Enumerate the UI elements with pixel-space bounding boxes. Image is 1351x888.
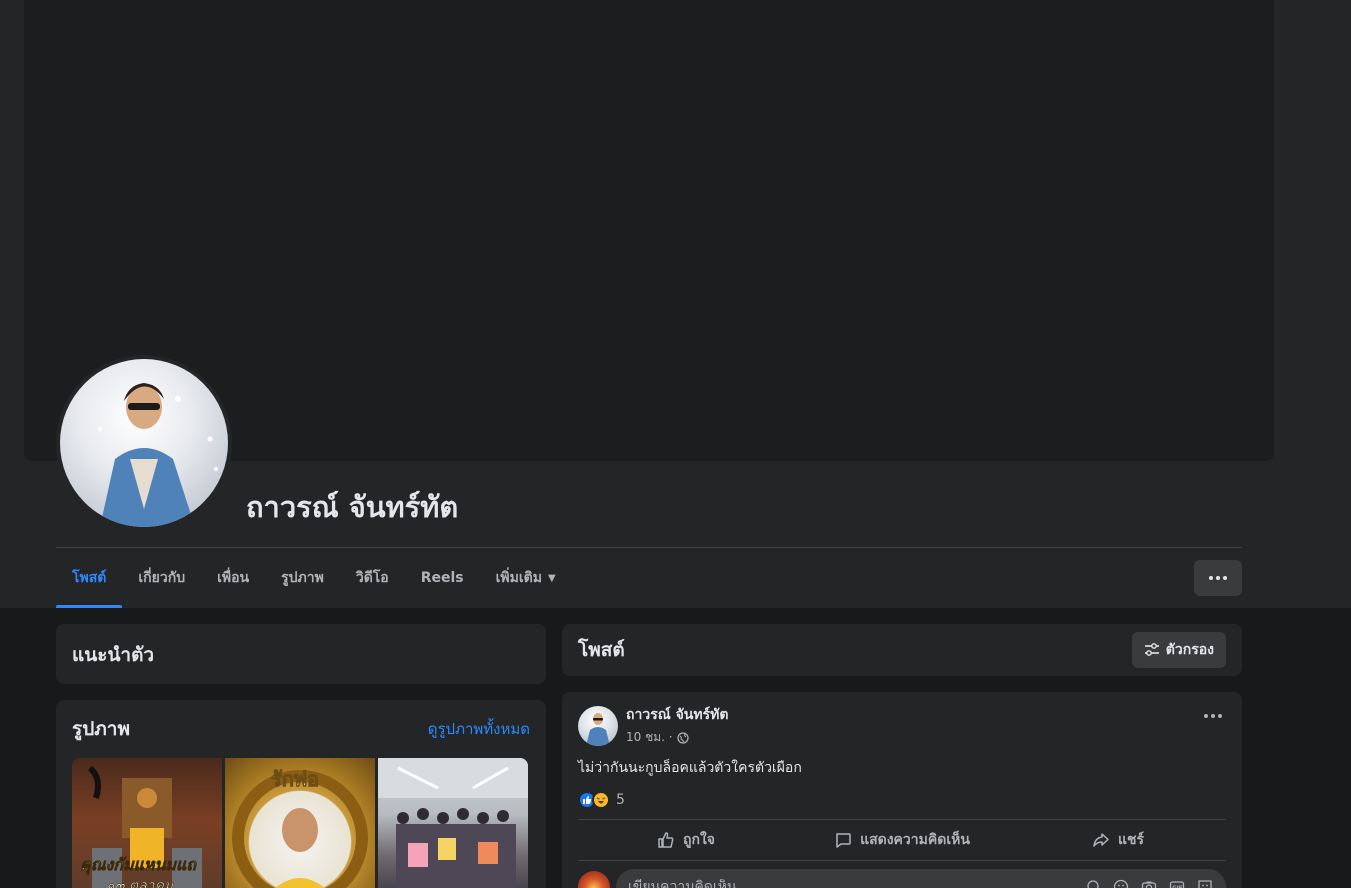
post-options-button[interactable]	[1204, 714, 1222, 718]
photo-2-badge: รักพ่อ	[271, 767, 319, 791]
filter-label: ตัวกรอง	[1165, 642, 1214, 658]
see-all-photos-link[interactable]: ดูรูปภาพทั้งหมด	[428, 717, 530, 741]
post-card: ถาวรณ์ จันทร์ทัต 10 ชม. · ไม่ว่ากันนะกูบ…	[562, 692, 1242, 888]
photo-thumbnail[interactable]: คุณงกัมแหนมแถ ๑๓ ตุลาคม	[72, 758, 222, 888]
photo-2-image: รักพ่อ	[232, 767, 368, 888]
camera-icon[interactable]	[1140, 878, 1158, 888]
more-dots-icon	[1209, 576, 1227, 580]
tab-label: เกี่ยวกับ	[138, 570, 186, 586]
post-timestamp[interactable]: 10 ชม. ·	[626, 728, 673, 747]
profile-more-button[interactable]	[1194, 560, 1242, 596]
sticker-icon[interactable]	[1196, 878, 1214, 888]
post-author-name[interactable]: ถาวรณ์ จันทร์ทัต	[626, 704, 728, 726]
avatar-sticker-icon[interactable]	[1084, 878, 1102, 888]
tab-photos[interactable]: รูปภาพ	[265, 548, 340, 608]
tab-label: เพิ่มเติม	[495, 570, 542, 586]
post-text: ไม่ว่ากันนะกูบล็อคแล้วตัวใครตัวเผือก	[578, 760, 802, 776]
profile-tabs: โพสต์ เกี่ยวกับ เพื่อน รูปภาพ วิดีโอ Ree…	[56, 548, 572, 608]
share-button[interactable]: แชร์	[1010, 820, 1226, 860]
photo-1-caption-2: ๑๓ ตุลาคม	[106, 878, 174, 888]
profile-person-illustration	[98, 383, 218, 527]
emoji-icon[interactable]	[1112, 878, 1130, 888]
tab-more[interactable]: เพิ่มเติม ▼	[480, 548, 572, 608]
haha-reaction-icon	[592, 791, 610, 809]
tab-reels[interactable]: Reels	[405, 548, 480, 608]
intro-title: แนะนำตัว	[72, 644, 155, 666]
tab-label: เพื่อน	[217, 570, 250, 586]
post-avatar-illustration	[586, 712, 610, 746]
comment-label: แสดงความคิดเห็น	[860, 832, 970, 848]
current-user-avatar[interactable]	[578, 871, 610, 888]
photos-card: รูปภาพ ดูรูปภาพทั้งหมด คุณงกัมแหนมแถ ๑๓ …	[56, 700, 546, 888]
photo-thumbnail[interactable]	[378, 758, 528, 888]
share-label: แชร์	[1117, 832, 1145, 848]
tab-label: วิดีโอ	[355, 570, 389, 586]
photo-3-image	[378, 758, 528, 888]
like-button[interactable]: ถูกใจ	[578, 820, 794, 860]
profile-page: ถาวรณ์ จันทร์ทัต โพสต์ เกี่ยวกับ เพื่อน …	[0, 0, 1351, 888]
post-author-avatar[interactable]	[578, 705, 618, 746]
posts-header-card: โพสต์ ตัวกรอง	[562, 624, 1242, 676]
thumbs-up-icon	[658, 832, 674, 848]
filter-button[interactable]: ตัวกรอง	[1131, 632, 1226, 668]
comment-button[interactable]: แสดงความคิดเห็น	[794, 820, 1010, 860]
post-actions: ถูกใจ แสดงความคิดเห็น แชร์	[578, 819, 1226, 861]
photo-1-image: คุณงกัมแหนมแถ ๑๓ ตุลาคม	[80, 765, 202, 888]
more-dots-icon	[1204, 714, 1222, 718]
posts-title: โพสต์	[578, 639, 625, 661]
tab-label: Reels	[420, 570, 464, 586]
reaction-count: 5	[616, 792, 625, 808]
reactions-summary[interactable]: 5	[578, 791, 1226, 809]
like-label: ถูกใจ	[683, 832, 715, 848]
globe-icon	[676, 731, 689, 744]
comment-input[interactable]	[628, 879, 928, 888]
caret-down-icon: ▼	[547, 572, 556, 584]
tab-label: รูปภาพ	[281, 570, 324, 586]
photo-grid: คุณงกัมแหนมแถ ๑๓ ตุลาคม รักพ่อ	[72, 758, 530, 888]
filter-sliders-icon	[1144, 643, 1159, 656]
profile-name: ถาวรณ์ จันทร์ทัต	[246, 490, 459, 524]
tab-label: โพสต์	[72, 570, 107, 586]
photo-thumbnail[interactable]: รักพ่อ	[225, 758, 375, 888]
comment-bubble-icon	[836, 833, 851, 848]
comment-input-box[interactable]: GIF	[616, 869, 1226, 888]
profile-picture-frame[interactable]	[56, 355, 232, 531]
photos-title: รูปภาพ	[72, 718, 130, 740]
intro-card: แนะนำตัว	[56, 624, 546, 684]
gif-icon[interactable]: GIF	[1168, 878, 1186, 888]
tab-videos[interactable]: วิดีโอ	[340, 548, 405, 608]
tab-posts[interactable]: โพสต์	[56, 548, 123, 608]
tab-about[interactable]: เกี่ยวกับ	[122, 548, 201, 608]
comment-composer: GIF	[578, 869, 1226, 888]
profile-picture[interactable]	[60, 359, 228, 527]
share-arrow-icon	[1093, 833, 1109, 847]
photo-1-caption-1: คุณงกัมแหนมแถ	[80, 855, 197, 875]
tab-friends[interactable]: เพื่อน	[201, 548, 265, 608]
